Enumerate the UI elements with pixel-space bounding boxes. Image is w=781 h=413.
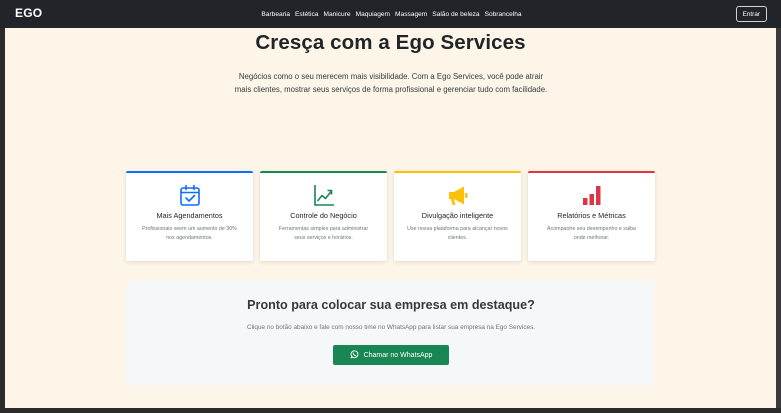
graph-up-icon bbox=[260, 184, 387, 208]
nav-link-sobrancelha[interactable]: Sobrancelha bbox=[485, 11, 522, 18]
feature-description: Profissionais veem um aumento de 30% nos… bbox=[136, 225, 243, 243]
cta-title: Pronto para colocar sua empresa em desta… bbox=[247, 298, 535, 312]
feature-card-agendamentos: Mais Agendamentos Profissionais veem um … bbox=[126, 171, 253, 261]
feature-description-line: seus serviços e horários. bbox=[294, 235, 353, 241]
feature-title: Mais Agendamentos bbox=[156, 211, 223, 220]
bar-chart-icon bbox=[528, 184, 655, 208]
feature-title: Relatórios e Métricas bbox=[557, 211, 626, 220]
feature-description-line: Profissionais veem um aumento de 30% bbox=[142, 226, 237, 232]
nav-link-maquiagem[interactable]: Maquiagem bbox=[356, 11, 390, 18]
hero-description-line-1: Negócios como o seu merecem mais visibil… bbox=[238, 72, 544, 81]
login-button[interactable]: Entrar bbox=[735, 6, 767, 22]
hero-description: Negócios como o seu merecem mais visibil… bbox=[210, 70, 572, 96]
megaphone-icon bbox=[394, 184, 521, 208]
whatsapp-button[interactable]: Chamar no WhatsApp bbox=[333, 345, 449, 365]
nav-link-manicure[interactable]: Manicure bbox=[323, 11, 350, 18]
nav-link-salao-de-beleza[interactable]: Salão de beleza bbox=[432, 11, 479, 18]
nav-links: Barbearia Estética Manicure Maquiagem Ma… bbox=[0, 0, 781, 28]
feature-card-relatorios: Relatórios e Métricas Acompanhe seu dese… bbox=[528, 171, 655, 261]
top-navbar: EGO Barbearia Estética Manicure Maquiage… bbox=[0, 0, 781, 28]
feature-card-divulgacao: Divulgação inteligente Use nossa platafo… bbox=[394, 171, 521, 261]
feature-card-controle: Controle do Negócio Ferramentas simples … bbox=[260, 171, 387, 261]
feature-description-line: onde melhorar. bbox=[573, 235, 610, 241]
feature-cards: Mais Agendamentos Profissionais veem um … bbox=[126, 171, 656, 261]
hero-description-line-2: mais clientes, mostrar seus serviços de … bbox=[234, 85, 548, 94]
feature-description: Ferramentas simples para administrar seu… bbox=[270, 225, 377, 243]
feature-description-line: Ferramentas simples para administrar bbox=[278, 226, 369, 232]
nav-link-barbearia[interactable]: Barbearia bbox=[261, 11, 290, 18]
cta-description: Clique no botão abaixo e fale com nosso … bbox=[246, 324, 536, 331]
nav-link-massagem[interactable]: Massagem bbox=[395, 11, 427, 18]
window-bottom-edge bbox=[0, 408, 781, 413]
nav-link-estetica[interactable]: Estética bbox=[295, 11, 318, 18]
feature-description: Acompanhe seu desempenho e saiba onde me… bbox=[538, 225, 645, 243]
whatsapp-icon bbox=[350, 349, 359, 361]
feature-title: Controle do Negócio bbox=[290, 211, 357, 220]
feature-description: Use nossa plataforma para alcançar novos… bbox=[404, 225, 511, 243]
page-title: Cresça com a Ego Services bbox=[255, 31, 526, 54]
feature-title: Divulgação inteligente bbox=[421, 211, 494, 220]
feature-description-line: nos agendamentos. bbox=[166, 235, 213, 241]
feature-description-line: Use nossa plataforma para alcançar novos bbox=[407, 226, 508, 232]
feature-description-line: clientes. bbox=[447, 235, 468, 241]
window-scrollbar[interactable] bbox=[776, 28, 781, 413]
calendar-check-icon bbox=[126, 184, 253, 208]
main-content: Cresça com a Ego Services Negócios como … bbox=[5, 28, 776, 408]
whatsapp-button-label: Chamar no WhatsApp bbox=[363, 351, 433, 359]
feature-description-line: Acompanhe seu desempenho e saiba bbox=[547, 226, 636, 232]
cta-section: Pronto para colocar sua empresa em desta… bbox=[127, 280, 655, 385]
